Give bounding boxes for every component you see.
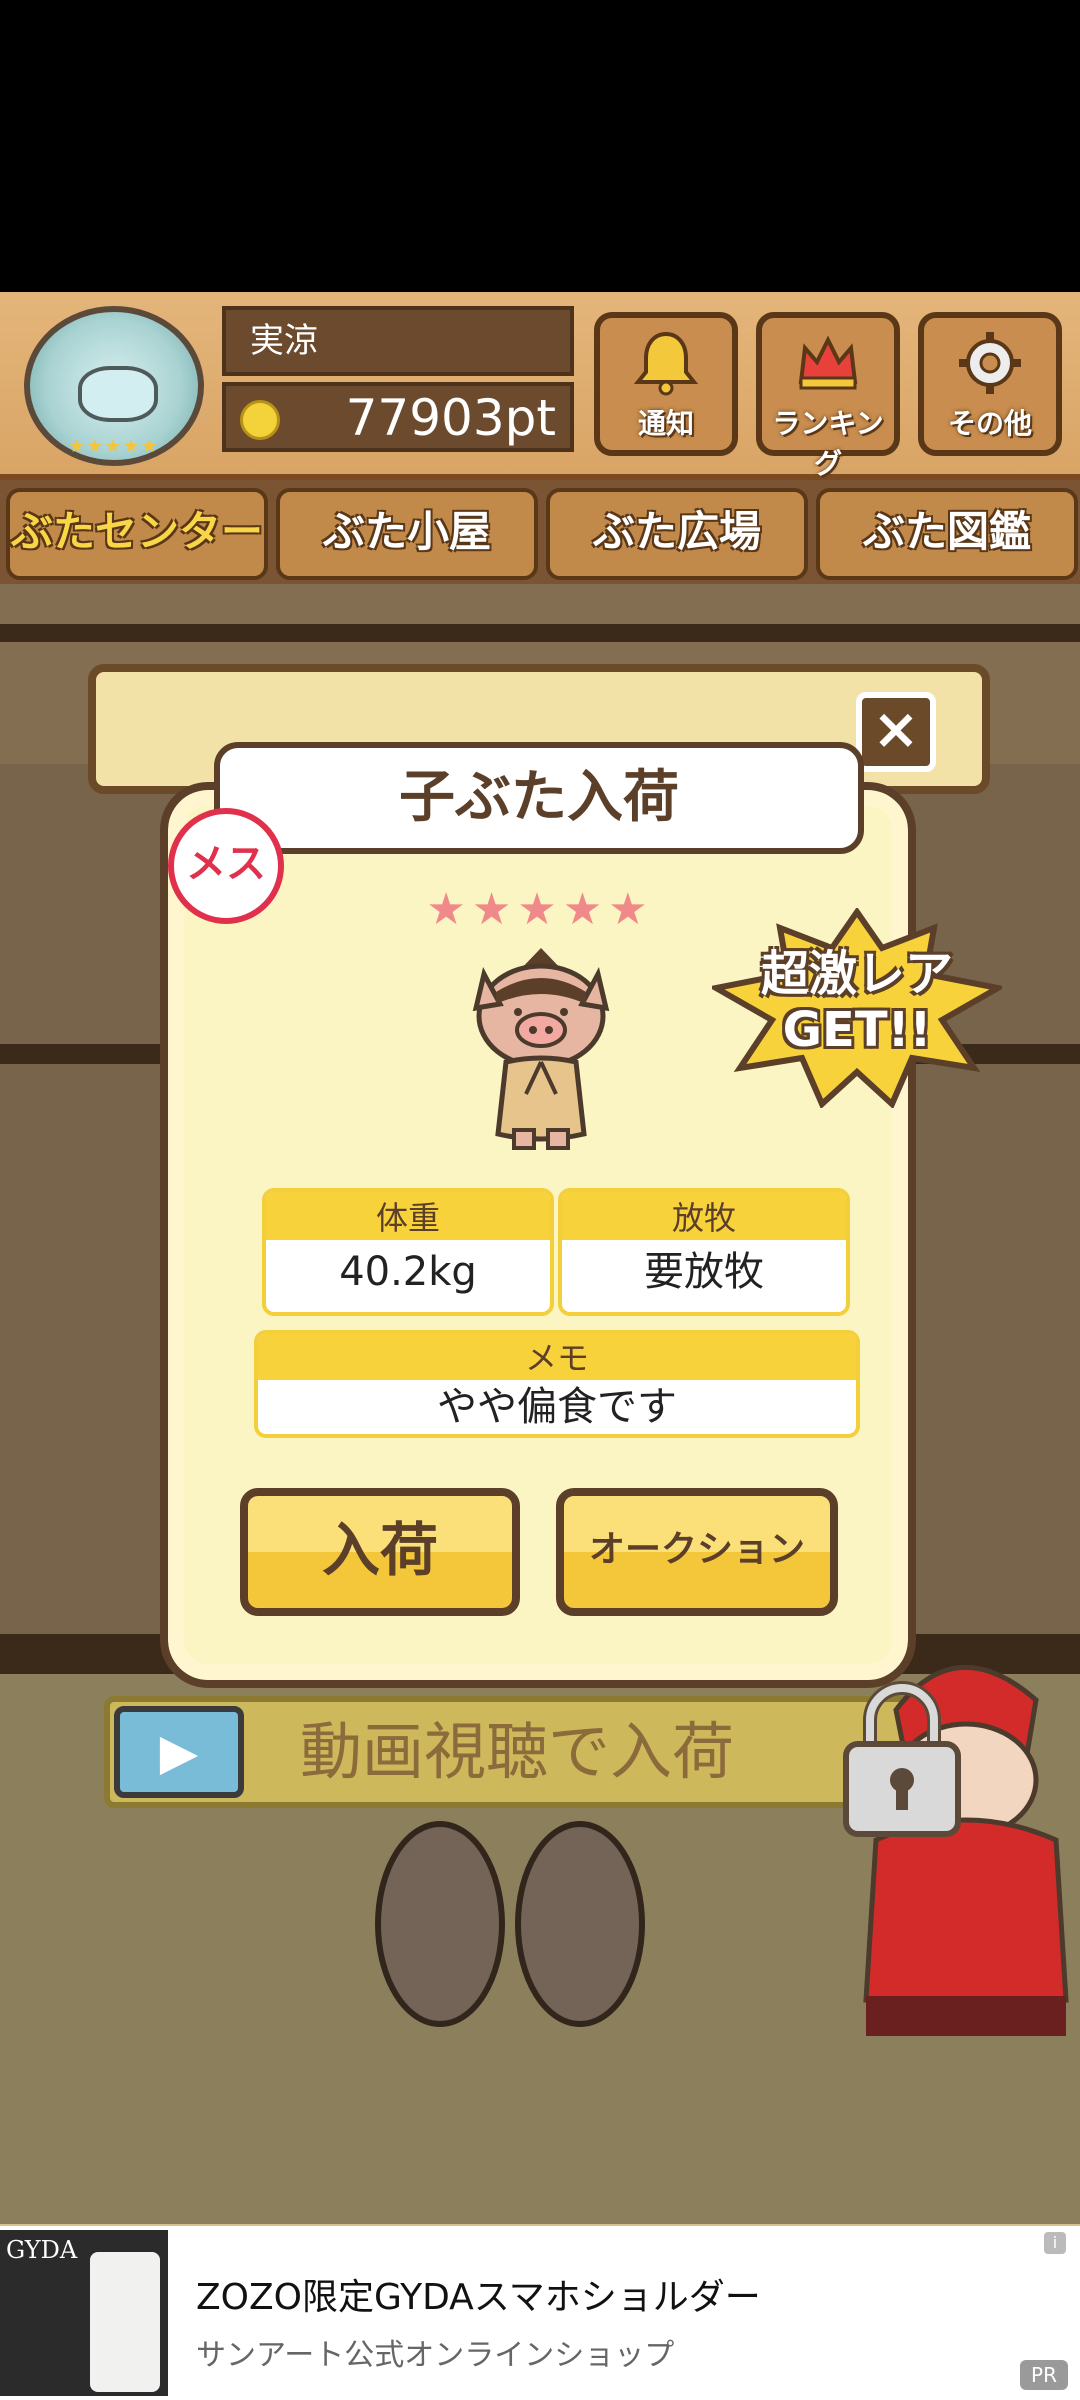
tab-buta-hut[interactable]: ぶた小屋 [276,488,538,580]
memo-label: メモ [258,1334,856,1380]
super-rare-text: 超激レア GET!! [760,946,953,1058]
main-nav: ぶたセンター ぶた小屋 ぶた広場 ぶた図鑑 [0,480,1080,584]
ad-image[interactable]: GYDA [0,2230,168,2396]
grazing-value: 要放牧 [644,1249,764,1295]
lock-icon [836,1680,968,1840]
watch-video-label: 動画視聴で入荷 [300,1715,735,1788]
player-avatar[interactable]: ★★★★★ [24,306,204,466]
grazing-stat: 放牧 要放牧 [558,1188,850,1316]
stock-button[interactable]: 入荷 [240,1488,520,1616]
female-badge: メス [168,808,284,924]
ad-title[interactable]: ZOZO限定GYDAスマホショルダー [196,2268,761,2320]
notification-label: 通知 [637,407,694,440]
dialog-title: 子ぶた入荷 [214,742,864,854]
notification-button[interactable]: 通知 [594,312,738,456]
ad-pr-badge: PR [1020,2360,1068,2390]
weight-label: 体重 [266,1192,550,1240]
memo-value: やや偏食です [437,1384,677,1430]
ranking-button[interactable]: ランキング [756,312,900,480]
other-label: その他 [947,407,1032,440]
tab-buta-center[interactable]: ぶたセンター [6,488,268,580]
ad-subtitle: サンアート公式オンラインショップ [196,2338,675,2373]
player-name: 実涼 [222,306,574,376]
close-button[interactable]: × [856,692,936,772]
other-button[interactable]: その他 [918,312,1062,456]
weight-stat: 体重 40.2kg [262,1188,554,1316]
rank-stars: ★★★★★ [68,436,160,457]
piglet-image [456,944,626,1154]
tab-buta-encyclopedia[interactable]: ぶた図鑑 [816,488,1078,580]
bag-image [90,2252,160,2392]
watch-video-banner[interactable]: ▶ 動画視聴で入荷 [104,1696,964,1808]
weight-value: 40.2kg [339,1249,477,1295]
bell-icon [631,328,701,398]
ad-brand-logo: GYDA [6,2236,78,2264]
header-bar: ★★★★★ 実涼 77903pt 通知 ランキング その他 [0,292,1080,480]
super-rare-badge: 超激レア GET!! [712,908,1002,1108]
gear-icon [955,328,1025,398]
points-value: 77903pt [345,389,556,447]
tab-buta-plaza[interactable]: ぶた広場 [546,488,808,580]
grazing-label: 放牧 [562,1192,846,1240]
crown-icon [793,328,863,398]
ranking-label: ランキング [772,407,884,480]
ad-info-icon[interactable]: i [1044,2232,1066,2254]
points-box: 77903pt [222,382,574,452]
ad-banner[interactable]: GYDA ZOZO限定GYDAスマホショルダー サンアート公式オンラインショップ… [0,2226,1080,2400]
memo-box: メモ やや偏食です [254,1330,860,1438]
pig-face-icon [78,366,158,422]
coin-icon [240,400,280,440]
play-video-icon: ▶ [114,1706,244,1798]
rarity-stars: ★★★★★ [426,884,654,935]
auction-button[interactable]: オークション [556,1488,838,1616]
